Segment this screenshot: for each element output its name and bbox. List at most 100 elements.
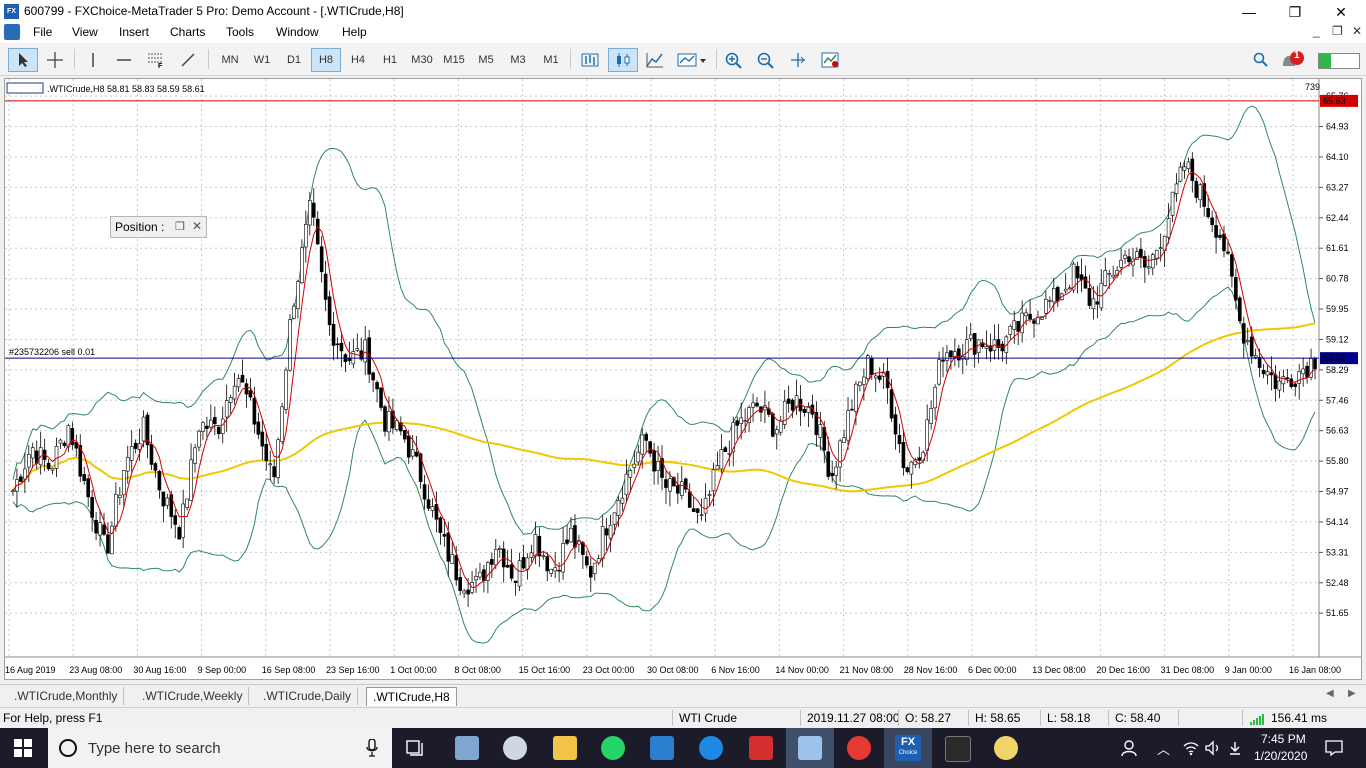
candle-body	[240, 374, 245, 383]
maximize-button[interactable]: ❐	[1272, 2, 1318, 22]
price-chart[interactable]: 65.7664.9364.1063.2762.4461.6160.7859.95…	[4, 78, 1362, 680]
tab-wticrude-h8[interactable]: .WTICrude,H8	[366, 687, 457, 706]
file-explorer-icon[interactable]	[553, 736, 577, 760]
people-icon[interactable]	[1120, 739, 1138, 757]
candle-body	[462, 590, 466, 594]
vertical-line-icon[interactable]	[80, 48, 106, 72]
tab-wticrude-weekly[interactable]: .WTICrude,Weekly	[136, 687, 250, 705]
photo-app-icon[interactable]	[455, 736, 479, 760]
timeframe-h1-button[interactable]: H1	[375, 48, 405, 72]
timeframe-m15-button[interactable]: M15	[438, 48, 470, 72]
candle-body	[46, 462, 51, 470]
candle-body	[327, 296, 332, 326]
tabs-scroll-left-icon[interactable]: ◀	[1326, 688, 1334, 699]
fibonacci-icon[interactable]: F	[142, 48, 170, 72]
menu-help[interactable]: Help	[342, 25, 367, 39]
position-panel[interactable]: Position : ❐ ✕	[110, 216, 207, 238]
action-center-icon[interactable]	[1325, 740, 1343, 756]
candlestick-chart-svg[interactable]: 65.7664.9364.1063.2762.4461.6160.7859.95…	[5, 79, 1361, 679]
date-label: 21 Nov 08:00	[840, 665, 894, 675]
tray-chevron-up-icon[interactable]: ︿	[1157, 739, 1170, 758]
candle-body	[1293, 383, 1298, 387]
cursor-tool-icon[interactable]	[8, 48, 38, 72]
taskbar-search-box[interactable]: Type here to search	[48, 728, 392, 768]
whatsapp-icon[interactable]	[601, 736, 625, 760]
timeframe-m1-button[interactable]: M1	[536, 48, 566, 72]
timeframe-h8-button[interactable]: H8	[311, 48, 341, 72]
timeframe-w1-button[interactable]: W1	[247, 48, 277, 72]
onedrive-icon[interactable]	[1228, 740, 1242, 756]
task-view-icon[interactable]	[405, 739, 427, 757]
candle-body	[181, 503, 185, 538]
timeframe-m5-button[interactable]: M5	[471, 48, 501, 72]
candlestick-chart-icon[interactable]	[608, 48, 638, 72]
date-label: 28 Nov 16:00	[904, 665, 958, 675]
mdi-minimize-button[interactable]: _	[1313, 24, 1320, 38]
menu-view[interactable]: View	[72, 25, 98, 39]
candle-body	[153, 463, 158, 471]
remote-desktop-icon[interactable]	[650, 736, 674, 760]
candle-body	[1261, 369, 1266, 375]
timeframe-d1-button[interactable]: D1	[279, 48, 309, 72]
taskbar-fxchoice-app[interactable]: FX Choice	[884, 728, 932, 768]
windows-start-icon[interactable]	[14, 739, 32, 760]
tabs-scroll-right-icon[interactable]: ▶	[1348, 688, 1356, 699]
chart-header-icon	[6, 82, 44, 94]
title-bar: FX 600799 - FXChoice-MetaTrader 5 Pro: D…	[0, 0, 1366, 23]
minimize-button[interactable]: —	[1226, 2, 1272, 22]
timeframe-mn-button[interactable]: MN	[214, 48, 246, 72]
menu-tools[interactable]: Tools	[226, 25, 254, 39]
taskbar-active-app[interactable]	[786, 728, 834, 768]
bar-chart-icon[interactable]	[576, 48, 604, 72]
chart-shift-icon[interactable]	[784, 48, 812, 72]
microphone-icon[interactable]	[366, 739, 378, 757]
restore-icon[interactable]: ❐	[175, 220, 185, 233]
wifi-icon[interactable]	[1183, 740, 1199, 756]
tab-wticrude-monthly[interactable]: .WTICrude,Monthly	[8, 687, 125, 705]
close-icon[interactable]: ✕	[192, 219, 202, 233]
notifications-icon[interactable]: 1	[1280, 50, 1310, 70]
internet-explorer-icon[interactable]	[699, 736, 723, 760]
mdi-close-button[interactable]: ✕	[1352, 24, 1362, 38]
candle-body	[565, 539, 569, 544]
candle-body	[636, 451, 641, 463]
menu-file[interactable]: File	[33, 25, 52, 39]
zoom-in-icon[interactable]	[720, 48, 748, 72]
candle-body	[901, 442, 906, 469]
taskbar-date[interactable]: 1/20/2020	[1254, 749, 1307, 763]
menu-charts[interactable]: Charts	[170, 25, 205, 39]
paint-app-icon[interactable]	[503, 736, 527, 760]
timeframe-h4-button[interactable]: H4	[343, 48, 373, 72]
timeframe-m3-button[interactable]: M3	[503, 48, 533, 72]
line-chart-icon[interactable]	[641, 48, 669, 72]
menu-insert[interactable]: Insert	[119, 25, 149, 39]
volume-icon[interactable]	[1204, 740, 1222, 756]
chrome-icon[interactable]	[847, 736, 871, 760]
search-icon[interactable]	[1253, 52, 1269, 71]
candle-body	[1253, 355, 1258, 358]
tab-wticrude-daily[interactable]: .WTICrude,Daily	[257, 687, 359, 705]
timeframe-m30-button[interactable]: M30	[406, 48, 438, 72]
screen-recorder-icon[interactable]	[749, 736, 773, 760]
horizontal-line-icon[interactable]	[110, 48, 138, 72]
candle-body	[490, 559, 494, 565]
close-button[interactable]: ✕	[1318, 2, 1364, 22]
candle-body	[1285, 377, 1290, 380]
trading-app-icon[interactable]	[945, 736, 971, 762]
connection-indicator	[1318, 53, 1360, 69]
trendline-icon[interactable]	[174, 48, 202, 72]
notification-count: 1	[1294, 50, 1300, 61]
indicators-icon[interactable]	[816, 48, 844, 72]
chart-template-icon[interactable]	[672, 48, 712, 72]
weather-app-icon[interactable]	[994, 736, 1018, 760]
candle-body	[830, 472, 834, 477]
zoom-out-icon[interactable]	[752, 48, 780, 72]
mdi-restore-button[interactable]: ❐	[1332, 24, 1343, 38]
crosshair-icon[interactable]	[40, 48, 70, 72]
candle-body	[450, 554, 455, 564]
menu-window[interactable]: Window	[276, 25, 319, 39]
candle-body	[331, 323, 336, 346]
candle-body	[1028, 313, 1032, 320]
candle-body	[1107, 272, 1112, 275]
taskbar-time[interactable]: 7:45 PM	[1261, 732, 1306, 746]
